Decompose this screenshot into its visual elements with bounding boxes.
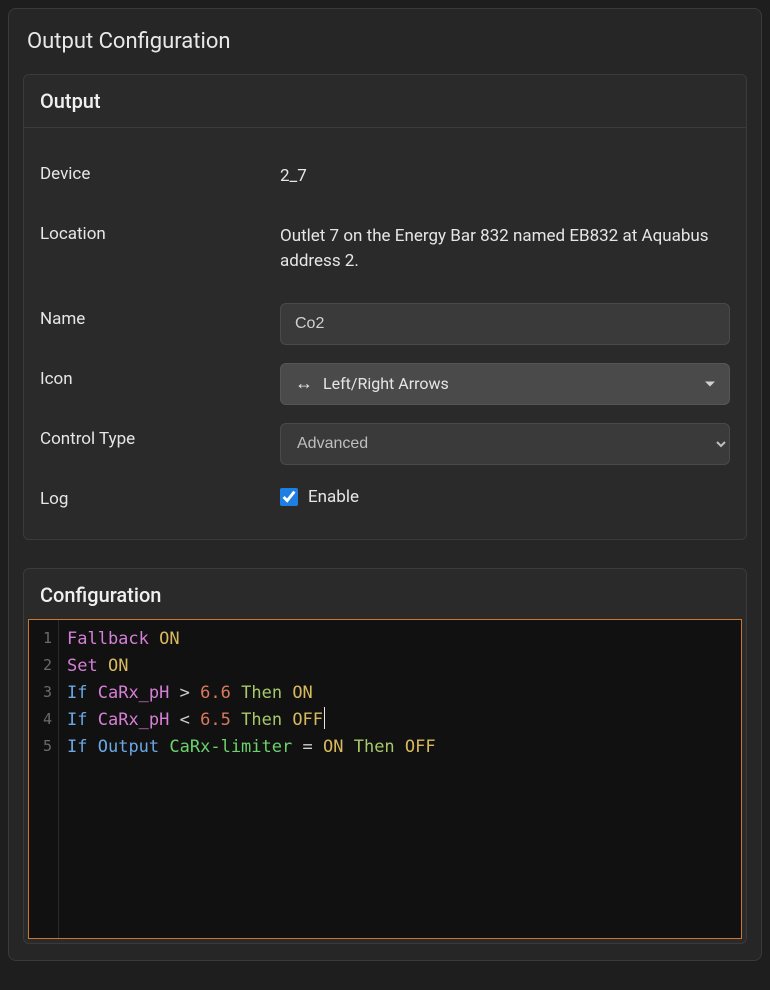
line-number: 5 (29, 734, 52, 761)
log-enable-checkbox[interactable] (280, 488, 298, 506)
code-line[interactable]: If Output CaRx-limiter = ON Then OFF (67, 734, 731, 761)
icon-select[interactable]: ↔ Left/Right Arrows (280, 363, 730, 405)
icon-select-label: Left/Right Arrows (323, 374, 449, 393)
log-enable-label[interactable]: Enable (308, 487, 359, 507)
icon-row: Icon ↔ Left/Right Arrows (40, 363, 730, 405)
configuration-card-header: Configuration (24, 569, 746, 619)
code-line[interactable]: If CaRx_pH > 6.6 Then ON (67, 680, 731, 707)
line-number: 3 (29, 680, 52, 707)
icon-label: Icon (40, 363, 280, 389)
page-title: Output Configuration (27, 29, 747, 54)
configuration-card: Configuration 12345 Fallback ONSet ONIf … (23, 568, 747, 944)
left-right-arrows-icon: ↔ (295, 373, 313, 394)
line-number: 1 (29, 626, 52, 653)
location-row: Location Outlet 7 on the Energy Bar 832 … (40, 218, 730, 275)
code-line[interactable]: If CaRx_pH < 6.5 Then OFF (67, 707, 731, 734)
line-number: 2 (29, 653, 52, 680)
output-card-header: Output (24, 75, 746, 128)
chevron-down-icon (705, 381, 715, 386)
control-type-select[interactable]: Advanced (280, 423, 730, 465)
device-value: 2_7 (280, 158, 730, 190)
log-row: Log Enable (40, 483, 730, 509)
code-line[interactable]: Set ON (67, 653, 731, 680)
name-row: Name (40, 303, 730, 345)
device-row: Device 2_7 (40, 158, 730, 190)
code-line[interactable]: Fallback ON (67, 626, 731, 653)
location-label: Location (40, 218, 280, 244)
location-value: Outlet 7 on the Energy Bar 832 named EB8… (280, 218, 730, 275)
output-card-body: Device 2_7 Location Outlet 7 on the Ener… (24, 128, 746, 539)
code-content[interactable]: Fallback ONSet ONIf CaRx_pH > 6.6 Then O… (59, 620, 741, 938)
output-configuration-panel: Output Configuration Output Device 2_7 L… (8, 8, 762, 961)
name-input[interactable] (280, 303, 730, 345)
text-cursor (324, 707, 325, 729)
code-editor[interactable]: 12345 Fallback ONSet ONIf CaRx_pH > 6.6 … (28, 619, 742, 939)
control-type-row: Control Type Advanced (40, 423, 730, 465)
output-card: Output Device 2_7 Location Outlet 7 on t… (23, 74, 747, 540)
control-type-label: Control Type (40, 423, 280, 449)
code-gutter: 12345 (29, 620, 59, 938)
log-label: Log (40, 483, 280, 509)
name-label: Name (40, 303, 280, 329)
line-number: 4 (29, 707, 52, 734)
device-label: Device (40, 158, 280, 184)
